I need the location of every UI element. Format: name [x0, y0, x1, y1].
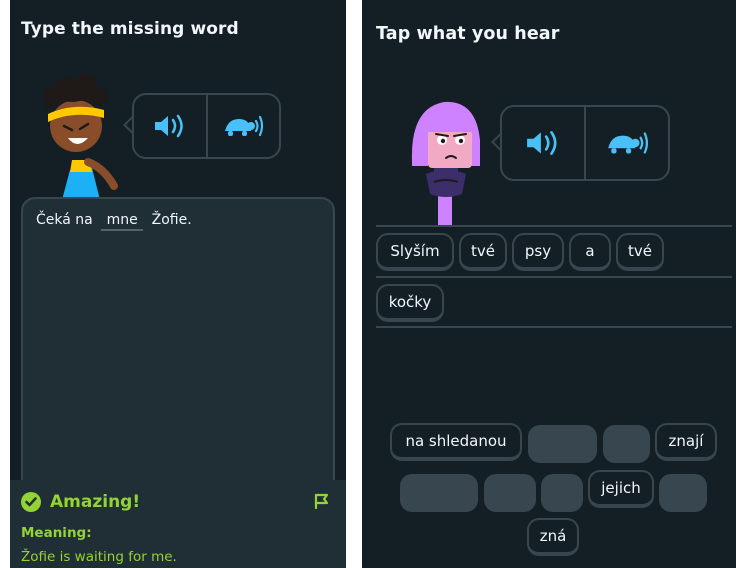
answer-text-area[interactable]: Čeká na mne Žofie.: [21, 197, 335, 497]
meaning-label: Meaning:: [21, 525, 92, 541]
answer-line: [376, 276, 732, 278]
prompt-sentence: Čeká na mne Žofie.: [36, 212, 192, 231]
turtle-slow-icon: [225, 115, 264, 137]
answer-line: [376, 225, 732, 227]
speaker-icon: [154, 114, 183, 138]
play-audio-button[interactable]: [502, 107, 584, 179]
play-slow-audio-button[interactable]: [584, 107, 668, 179]
word-bank-chip[interactable]: zná: [527, 518, 579, 556]
speaker-icon: [527, 131, 557, 155]
answer-word-chip[interactable]: tvé: [616, 233, 664, 271]
meaning-text: Žofie is waiting for me.: [21, 549, 177, 565]
word-bank-chip[interactable]: jejich: [588, 470, 654, 508]
answer-word-chip[interactable]: psy: [512, 233, 564, 271]
sentence-after: Žofie.: [151, 212, 192, 228]
used-word-placeholder: [484, 474, 536, 512]
answer-word-chip[interactable]: a: [569, 233, 611, 271]
type-missing-word-screen: Type the missing word Čeká na mne Žofie.…: [10, 0, 346, 568]
used-word-placeholder: [659, 474, 707, 512]
answer-word-chip[interactable]: kočky: [376, 284, 444, 322]
play-slow-audio-button[interactable]: [205, 95, 280, 157]
tap-what-you-hear-screen: Tap what you hear Slyším tvé psy a tvé k…: [362, 0, 736, 568]
used-word-placeholder: [541, 474, 583, 512]
audio-buttons: [500, 105, 670, 181]
used-word-placeholder: [400, 474, 478, 512]
feedback-title: Amazing!: [50, 492, 141, 512]
missing-word-input[interactable]: mne: [101, 212, 144, 231]
answer-word-chip[interactable]: tvé: [459, 233, 507, 271]
answer-word-chip[interactable]: Slyším: [376, 233, 454, 271]
sentence-before: Čeká na: [36, 212, 93, 228]
flag-icon[interactable]: [313, 492, 333, 510]
word-bank-chip[interactable]: znají: [655, 423, 717, 461]
turtle-slow-icon: [608, 132, 649, 154]
answer-line: [376, 326, 732, 328]
challenge-title: Type the missing word: [21, 19, 239, 39]
character-illustration: [43, 74, 118, 200]
challenge-title: Tap what you hear: [376, 24, 560, 44]
feedback-header: Amazing!: [21, 492, 140, 512]
audio-buttons: [132, 93, 281, 159]
play-audio-button[interactable]: [134, 95, 206, 157]
word-bank-chip[interactable]: na shledanou: [390, 423, 522, 461]
used-word-placeholder: [603, 425, 650, 463]
check-icon: [21, 492, 41, 512]
character-illustration: [411, 101, 480, 226]
feedback-banner: Amazing! Meaning: Žofie is waiting for m…: [10, 480, 346, 568]
used-word-placeholder: [528, 425, 597, 463]
